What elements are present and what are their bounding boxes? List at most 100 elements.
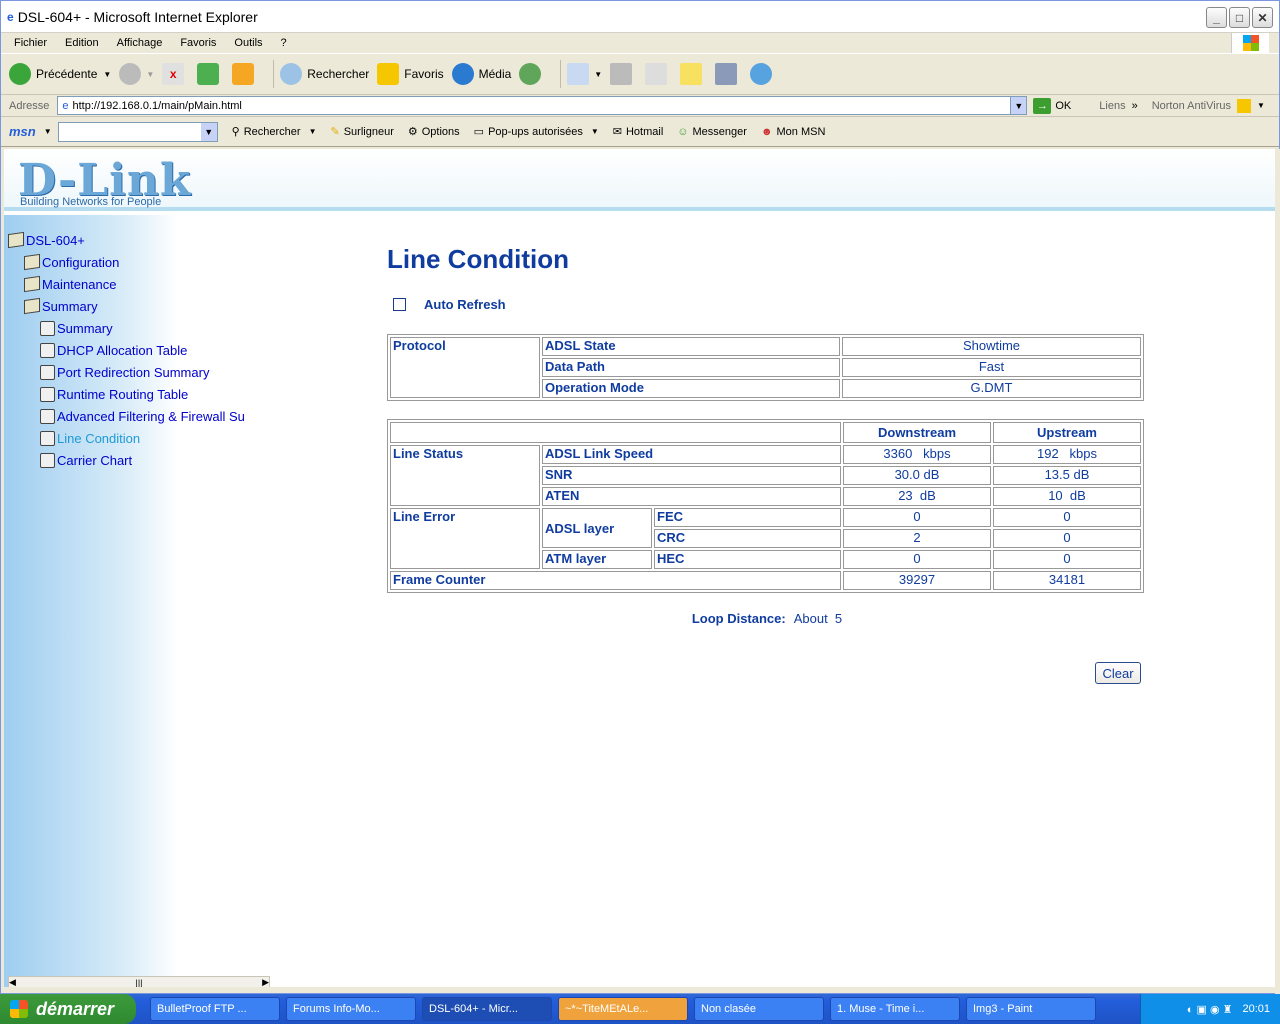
address-bar: Adresse e http://192.168.0.1/main/pMain.h… — [1, 95, 1279, 117]
start-button[interactable]: démarrer — [0, 994, 136, 1024]
line-status-table: Downstream Upstream Line Status ADSL Lin… — [387, 419, 1144, 593]
task-forums[interactable]: Forums Info-Mo... — [286, 997, 416, 1021]
window-title: DSL-604+ - Microsoft Internet Explorer — [17, 8, 258, 25]
minimize-button[interactable]: _ — [1206, 7, 1227, 28]
tree-item-label: DSL-604+ — [26, 232, 85, 248]
crc-label: CRC — [654, 529, 841, 548]
messenger-link[interactable]: ☺ Messenger — [677, 126, 747, 138]
address-url: http://192.168.0.1/main/pMain.html — [72, 99, 242, 112]
data-path-value: Fast — [842, 358, 1141, 377]
mail-button[interactable]: ▼ — [567, 63, 602, 85]
address-label: Adresse — [9, 99, 50, 112]
task-muse[interactable]: 1. Muse - Time i... — [830, 997, 960, 1021]
address-dropdown[interactable]: ▼ — [1010, 97, 1027, 114]
sidebar-horizontal-scrollbar[interactable]: ◀ ||| ▶ — [8, 976, 270, 987]
operation-mode-label: Operation Mode — [542, 379, 840, 398]
page-icon — [40, 408, 55, 424]
line-error-label: Line Error — [390, 508, 540, 569]
links-label[interactable]: Liens — [1099, 100, 1125, 112]
tree-item-line-condition[interactable]: Line Condition — [4, 427, 272, 449]
task-paint[interactable]: Img3 - Paint — [966, 997, 1096, 1021]
line-condition-panel: Line Condition Auto Refresh Protocol ADS… — [387, 244, 1147, 684]
menu-affichage[interactable]: Affichage — [108, 37, 172, 49]
tree-item-advanced-filtering-firewall-su[interactable]: Advanced Filtering & Firewall Su — [4, 405, 272, 427]
tree-item-carrier-chart[interactable]: Carrier Chart — [4, 449, 272, 471]
snr-label: SNR — [542, 466, 841, 485]
tree-item-port-redirection-summary[interactable]: Port Redirection Summary — [4, 361, 272, 383]
menu-fichier[interactable]: Fichier — [5, 37, 56, 49]
home-button[interactable] — [232, 63, 259, 85]
hotmail-button[interactable]: ✉ Hotmail — [613, 125, 664, 139]
forward-arrow-icon — [119, 63, 142, 85]
note-icon — [680, 63, 703, 85]
tree-item-configuration[interactable]: Configuration — [4, 251, 272, 273]
menu-outils[interactable]: Outils — [225, 37, 271, 49]
notes-button[interactable] — [680, 63, 707, 85]
research-button[interactable] — [715, 63, 742, 85]
back-button[interactable]: Précédente ▼ — [9, 63, 111, 85]
page-icon — [40, 430, 55, 446]
snr-up: 13.5 dB — [993, 466, 1141, 485]
media-button[interactable]: Média — [451, 63, 511, 85]
msn-search-button[interactable]: ⚲ Rechercher ▼ — [232, 125, 317, 139]
tree-item-dhcp-allocation-table[interactable]: DHCP Allocation Table — [4, 339, 272, 361]
operation-mode-value: G.DMT — [842, 379, 1141, 398]
popups-button[interactable]: ▭ Pop-ups autorisées ▼ — [474, 125, 599, 139]
forward-button[interactable]: ▼ — [119, 63, 154, 85]
edit-button[interactable] — [645, 63, 672, 85]
auto-refresh-checkbox[interactable] — [393, 298, 406, 311]
tray-icons[interactable]: ◐ ▣ ◉ ♜ — [1187, 1003, 1233, 1016]
menu-help[interactable]: ? — [272, 37, 296, 49]
print-button[interactable] — [610, 63, 637, 85]
tree-item-maintenance[interactable]: Maintenance — [4, 273, 272, 295]
tree-item-label: Carrier Chart — [57, 452, 133, 468]
page-icon — [40, 342, 55, 358]
window-right-edge — [1275, 149, 1280, 994]
highlight-button[interactable]: ✎ Surligneur — [331, 125, 394, 139]
close-button[interactable]: ✕ — [1252, 7, 1273, 28]
tree-item-label: Maintenance — [42, 276, 117, 292]
messenger-button[interactable] — [750, 63, 777, 85]
hec-up: 0 — [993, 550, 1141, 569]
ie-icon: e — [7, 9, 14, 24]
task-bulletproof-ftp[interactable]: BulletProof FTP ... — [150, 997, 280, 1021]
msn-search-dropdown[interactable]: ▼ — [200, 122, 217, 141]
upstream-header: Upstream — [993, 422, 1141, 443]
navigation-sidebar: DSL-604+ Configuration Maintenance Summary S… — [4, 215, 272, 987]
go-button[interactable]: → OK — [1033, 97, 1071, 114]
options-button[interactable]: ⚙ Options — [408, 125, 460, 139]
tree-item-summary[interactable]: Summary — [4, 317, 272, 339]
refresh-icon — [197, 63, 220, 85]
home-icon — [232, 63, 255, 85]
tree-item-dsl-604[interactable]: DSL-604+ — [4, 229, 272, 251]
menu-edition[interactable]: Edition — [56, 37, 108, 49]
clear-button[interactable]: Clear — [1095, 662, 1141, 684]
history-button[interactable] — [519, 63, 546, 85]
maximize-button[interactable]: □ — [1229, 7, 1250, 28]
adsl-state-label: ADSL State — [542, 337, 840, 356]
tree-item-runtime-routing-table[interactable]: Runtime Routing Table — [4, 383, 272, 405]
task-dsl-604[interactable]: DSL-604+ - Micr... — [422, 997, 552, 1021]
stop-icon: x — [162, 63, 185, 85]
msn-logo[interactable]: msn — [9, 124, 36, 139]
msn-search-input[interactable]: ▼ — [57, 121, 218, 142]
fec-label: FEC — [654, 508, 841, 527]
task-titemetale[interactable]: ~*~TiteMEtALe... — [558, 997, 688, 1021]
stop-button[interactable]: x — [162, 63, 189, 85]
my-msn-button[interactable]: ☻ Mon MSN — [761, 126, 825, 138]
folder-icon — [24, 275, 40, 293]
norton-icon[interactable] — [1236, 98, 1251, 113]
address-input[interactable]: e http://192.168.0.1/main/pMain.html ▼ — [57, 96, 1028, 115]
menu-favoris[interactable]: Favoris — [171, 37, 225, 49]
search-button[interactable]: Rechercher — [280, 63, 369, 85]
folder-icon — [24, 253, 40, 271]
norton-label[interactable]: Norton AntiVirus — [1152, 100, 1231, 112]
page-icon — [40, 320, 55, 336]
messenger-icon — [750, 63, 773, 85]
link-speed-down: 3360 kbps — [843, 445, 991, 464]
tree-item-summary[interactable]: Summary — [4, 295, 272, 317]
loop-distance: Loop Distance: About 5 — [387, 611, 1147, 626]
task-non-clasee[interactable]: Non clasée — [694, 997, 824, 1021]
favorites-button[interactable]: Favoris — [377, 63, 444, 85]
refresh-button[interactable] — [197, 63, 224, 85]
